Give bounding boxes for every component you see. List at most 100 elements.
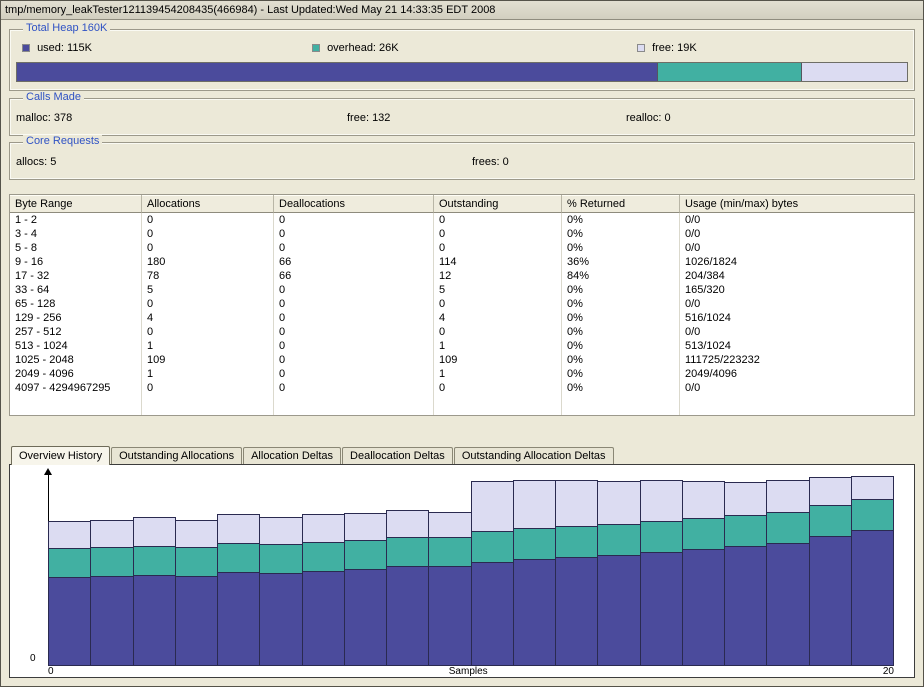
table-cell: 0 xyxy=(274,241,434,255)
history-bar xyxy=(428,512,471,666)
table-cell: 0 xyxy=(142,381,274,395)
table-cell: 9 - 16 xyxy=(10,255,142,269)
table-row[interactable]: 33 - 645050%165/320 xyxy=(10,283,914,297)
bar-segment-overhead xyxy=(303,542,344,571)
legend-item-overhead: overhead: 26K xyxy=(306,42,631,56)
x-axis-title: Samples xyxy=(449,666,488,677)
table-cell: 0 xyxy=(274,353,434,367)
table-cell: 0 xyxy=(142,325,274,339)
table-cell xyxy=(10,395,142,415)
bar-segment-used xyxy=(49,577,90,665)
bar-segment-free xyxy=(345,514,386,540)
table-row[interactable]: 1025 - 204810901090%111725/223232 xyxy=(10,353,914,367)
bar-segment-overhead xyxy=(767,512,808,543)
bar-segment-free xyxy=(810,478,851,505)
bar-segment-free xyxy=(556,481,597,526)
table-cell xyxy=(274,395,434,415)
table-cell: 0 xyxy=(434,227,562,241)
tab-deallocation-deltas[interactable]: Deallocation Deltas xyxy=(342,447,453,464)
table-cell: 2049/4096 xyxy=(680,367,914,381)
table-cell: 1025 - 2048 xyxy=(10,353,142,367)
table-cell: 0% xyxy=(562,283,680,297)
bar-segment-used xyxy=(852,530,893,665)
table-row[interactable]: 3 - 40000%0/0 xyxy=(10,227,914,241)
application-window: tmp/memory_leakTester121139454208435(466… xyxy=(1,1,923,678)
table-cell: 0% xyxy=(562,297,680,311)
table-row[interactable]: 5 - 80000%0/0 xyxy=(10,241,914,255)
calls-made-section: Calls Made malloc: 378 free: 132 realloc… xyxy=(9,98,915,136)
bar-segment-used xyxy=(556,557,597,665)
history-bar xyxy=(302,514,345,666)
tab-overview-history[interactable]: Overview History xyxy=(11,446,110,465)
table-cell: 3 - 4 xyxy=(10,227,142,241)
table-cell: 4097 - 4294967295 xyxy=(10,381,142,395)
bar-segment-overhead xyxy=(472,531,513,562)
table-cell: 0% xyxy=(562,367,680,381)
history-bar xyxy=(344,513,387,666)
window-title: tmp/memory_leakTester121139454208435(466… xyxy=(5,4,495,16)
table-cell: 84% xyxy=(562,269,680,283)
table-row[interactable]: 129 - 2564040%516/1024 xyxy=(10,311,914,325)
table-cell: 257 - 512 xyxy=(10,325,142,339)
column-header-allocations[interactable]: Allocations xyxy=(142,195,274,213)
tab-outstanding-allocations[interactable]: Outstanding Allocations xyxy=(111,447,242,464)
history-bar xyxy=(259,517,302,666)
bar-segment-free xyxy=(429,513,470,537)
bar-segment-used xyxy=(134,575,175,665)
tab-allocation-deltas[interactable]: Allocation Deltas xyxy=(243,447,341,464)
bar-segment-used xyxy=(91,576,132,665)
table-row[interactable]: 257 - 5120000%0/0 xyxy=(10,325,914,339)
bar-segment-free xyxy=(134,518,175,546)
table-cell: 0% xyxy=(562,241,680,255)
bar-segment-overhead xyxy=(641,521,682,552)
history-bar xyxy=(640,480,683,666)
x-axis-labels: 0 Samples 20 xyxy=(48,666,894,677)
table-row[interactable]: 513 - 10241010%513/1024 xyxy=(10,339,914,353)
bar-segment-used xyxy=(725,546,766,665)
table-empty-area xyxy=(10,395,914,415)
table-cell xyxy=(680,395,914,415)
column-header-outstanding[interactable]: Outstanding xyxy=(434,195,562,213)
table-cell: 204/384 xyxy=(680,269,914,283)
history-bar xyxy=(133,517,176,666)
column-header-deallocations[interactable]: Deallocations xyxy=(274,195,434,213)
table-cell: 513 - 1024 xyxy=(10,339,142,353)
heap-usage-bar xyxy=(16,62,908,82)
window-titlebar: tmp/memory_leakTester121139454208435(466… xyxy=(1,1,923,20)
table-cell: 0/0 xyxy=(680,325,914,339)
table-cell: 12 xyxy=(434,269,562,283)
bar-segment-free xyxy=(260,518,301,544)
table-cell: 4 xyxy=(434,311,562,325)
table-cell: 1 - 2 xyxy=(10,213,142,227)
realloc-count: realloc: 0 xyxy=(626,112,908,124)
bar-segment-overhead xyxy=(514,528,555,559)
table-row[interactable]: 2049 - 40961010%2049/4096 xyxy=(10,367,914,381)
bar-segment-overhead xyxy=(345,540,386,569)
table-row[interactable]: 9 - 161806611436%1026/1824 xyxy=(10,255,914,269)
x-tick-end: 20 xyxy=(883,666,894,677)
free-color-swatch xyxy=(637,44,645,52)
table-row[interactable]: 1 - 20000%0/0 xyxy=(10,213,914,227)
table-cell: 0/0 xyxy=(680,381,914,395)
heap-segment-free xyxy=(801,63,907,81)
bar-segment-used xyxy=(641,552,682,665)
bar-segment-free xyxy=(176,521,217,547)
column-header-byte-range[interactable]: Byte Range xyxy=(10,195,142,213)
history-bar xyxy=(90,520,133,666)
column-header-usage-min-max-bytes[interactable]: Usage (min/max) bytes xyxy=(680,195,914,213)
table-cell: 0 xyxy=(274,381,434,395)
bar-segment-used xyxy=(514,559,555,665)
bar-segment-used xyxy=(767,543,808,665)
bar-segment-overhead xyxy=(556,526,597,557)
bar-segment-free xyxy=(387,511,428,537)
table-cell: 516/1024 xyxy=(680,311,914,325)
table-cell: 0 xyxy=(142,227,274,241)
table-row[interactable]: 65 - 1280000%0/0 xyxy=(10,297,914,311)
table-cell: 0% xyxy=(562,213,680,227)
table-row[interactable]: 17 - 3278661284%204/384 xyxy=(10,269,914,283)
tab-outstanding-allocation-deltas[interactable]: Outstanding Allocation Deltas xyxy=(454,447,614,464)
table-cell: 0% xyxy=(562,311,680,325)
heap-legend: used: 115K overhead: 26K free: 19K xyxy=(16,42,908,56)
column-header-returned[interactable]: % Returned xyxy=(562,195,680,213)
table-row[interactable]: 4097 - 42949672950000%0/0 xyxy=(10,381,914,395)
